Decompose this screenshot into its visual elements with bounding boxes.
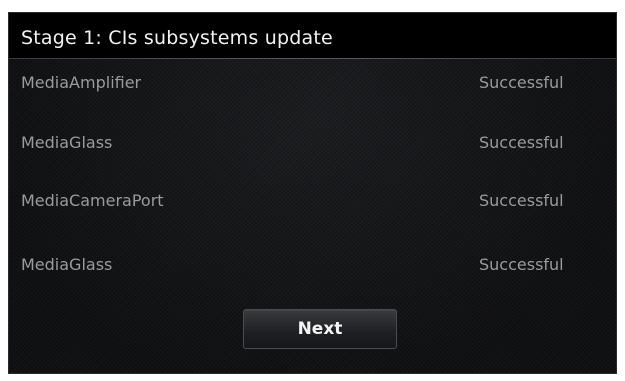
list-item: MediaGlass Successful <box>9 133 616 165</box>
list-item: MediaGlass Successful <box>9 255 616 287</box>
update-dialog: Stage 1: CIs subsystems update MediaAmpl… <box>8 12 617 374</box>
subsystem-name: MediaAmplifier <box>21 73 142 92</box>
title-divider <box>9 58 616 59</box>
subsystem-name: MediaCameraPort <box>21 191 164 210</box>
list-item: MediaAmplifier Successful <box>9 73 616 105</box>
title-bar: Stage 1: CIs subsystems update <box>9 13 616 58</box>
next-button[interactable]: Next <box>243 309 397 349</box>
status-label: Successful <box>479 73 564 92</box>
page-title: Stage 1: CIs subsystems update <box>21 26 333 49</box>
subsystem-name: MediaGlass <box>21 133 113 152</box>
status-label: Successful <box>479 133 564 152</box>
subsystem-name: MediaGlass <box>21 255 113 274</box>
status-label: Successful <box>479 191 564 210</box>
status-label: Successful <box>479 255 564 274</box>
list-item: MediaCameraPort Successful <box>9 191 616 223</box>
